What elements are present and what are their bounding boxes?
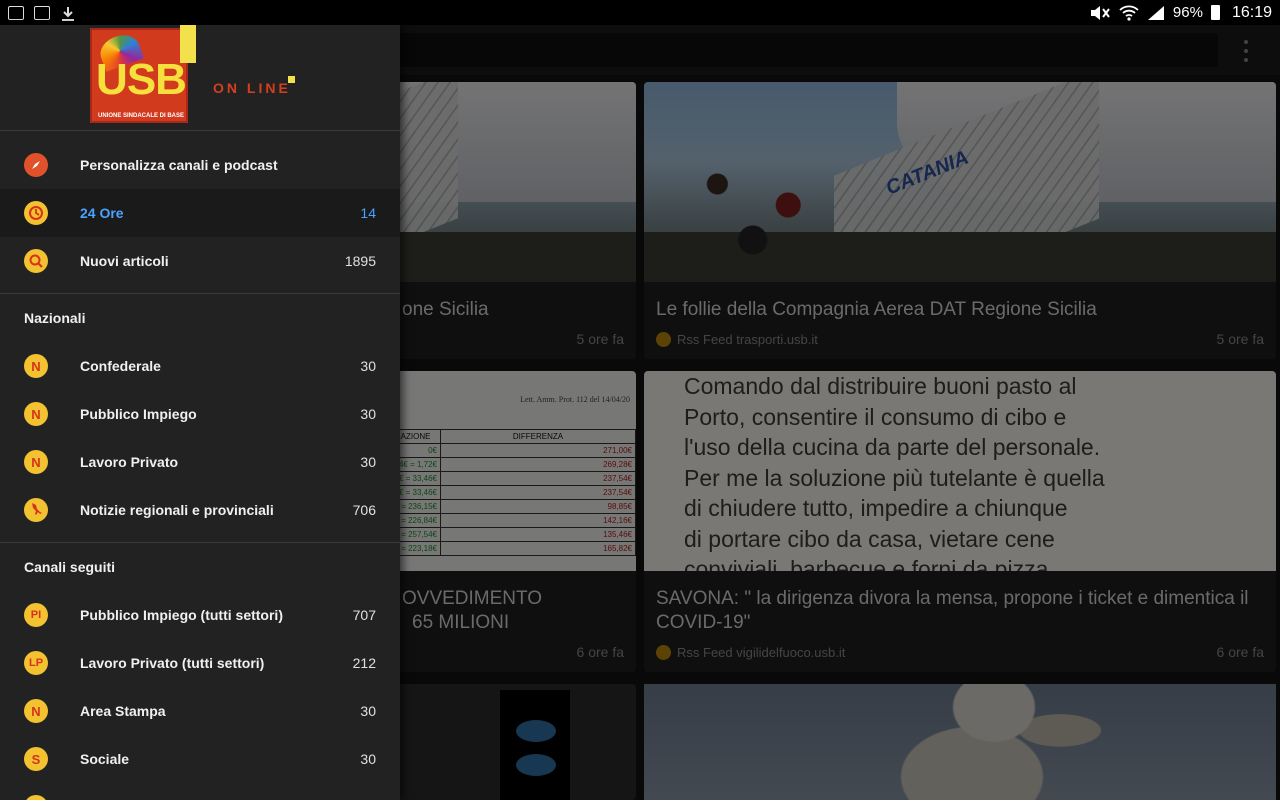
clock: 16:19: [1231, 3, 1272, 21]
drawer-item-sociale[interactable]: S Sociale 30: [0, 735, 400, 783]
status-bar: 96% 16:19: [0, 0, 1280, 25]
drawer-item-area-stampa[interactable]: N Area Stampa 30: [0, 687, 400, 735]
drawer-item-personalizza[interactable]: Personalizza canali e podcast: [0, 141, 400, 189]
battery-percent: 96%: [1172, 4, 1203, 21]
signal-icon: [1147, 5, 1164, 20]
search-icon: [24, 249, 48, 273]
badge-icon: [24, 795, 48, 800]
italy-map-icon: [24, 498, 48, 522]
compass-icon: [24, 153, 48, 177]
clock-icon: [24, 201, 48, 225]
drawer-item-lavoro-privato-tutti[interactable]: LP Lavoro Privato (tutti settori) 212: [0, 639, 400, 687]
image-icon: [8, 5, 24, 20]
drawer-item-confederale[interactable]: N Confederale 30: [0, 342, 400, 390]
drawer-item-nuovi-articoli[interactable]: Nuovi articoli 1895: [0, 237, 400, 285]
wifi-icon: [1119, 5, 1139, 21]
n-badge-icon: N: [24, 450, 48, 474]
battery-icon: [1210, 5, 1220, 20]
drawer-item-24-ore[interactable]: 24 Ore 14: [0, 189, 400, 237]
drawer-item-pubblico-impiego[interactable]: N Pubblico Impiego 30: [0, 390, 400, 438]
usb-logo: USB UNIONE SINDACALE DI BASE ON LINE: [90, 25, 300, 125]
mute-icon: [1090, 5, 1110, 20]
drawer-item-notizie-regionali[interactable]: Notizie regionali e provinciali 706: [0, 486, 400, 534]
section-nazionali: Nazionali: [24, 310, 86, 326]
navigation-drawer: USB UNIONE SINDACALE DI BASE ON LINE Per…: [0, 25, 400, 800]
n-badge-icon: N: [24, 402, 48, 426]
drawer-header: USB UNIONE SINDACALE DI BASE ON LINE: [0, 25, 400, 130]
n-badge-icon: N: [24, 699, 48, 723]
section-canali-seguiti: Canali seguiti: [24, 559, 116, 575]
drawer-item-pubblico-impiego-tutti[interactable]: PI Pubblico Impiego (tutti settori) 707: [0, 591, 400, 639]
photo-icon: [34, 5, 50, 20]
download-icon: [60, 6, 76, 21]
pi-badge-icon: PI: [24, 603, 48, 627]
n-badge-icon: N: [24, 354, 48, 378]
s-badge-icon: S: [24, 747, 48, 771]
lp-badge-icon: LP: [24, 651, 48, 675]
drawer-item-lavoro-privato[interactable]: N Lavoro Privato 30: [0, 438, 400, 486]
screen: 96% 16:19 one Sicilia 5 ore fa CATANIA L…: [0, 0, 1280, 800]
drawer-item-partial[interactable]: [0, 783, 400, 800]
